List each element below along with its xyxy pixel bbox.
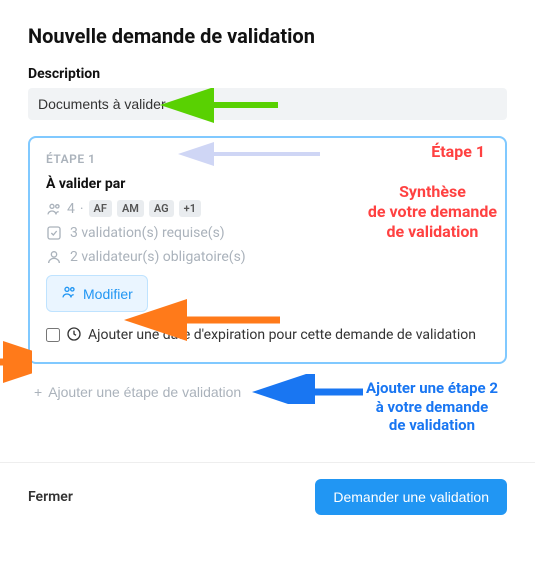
page-title: Nouvelle demande de validation <box>28 24 507 48</box>
step-1-box: ÉTAPE 1 À valider par 4 · AF AM AG +1 3 … <box>28 136 507 364</box>
description-label: Description <box>28 66 507 82</box>
annotation-add-step: Ajouter une étape 2 à votre demande de v… <box>366 379 498 435</box>
close-button[interactable]: Fermer <box>28 489 73 505</box>
annotation-synthese: Synthèse de votre demande de validation <box>368 182 497 242</box>
add-step-label: Ajouter une étape de validation <box>48 384 241 400</box>
expire-checkbox[interactable] <box>46 328 60 342</box>
validators-count: 4 <box>67 201 75 217</box>
mandatory-validators-row: 2 validateur(s) obligatoire(s) <box>46 249 489 265</box>
modify-button-label: Modifier <box>83 286 133 302</box>
separator-dot: · <box>80 201 84 217</box>
add-step-row-wrap: + Ajouter une étape de validation Ajoute… <box>28 374 507 410</box>
submit-button[interactable]: Demander une validation <box>315 479 507 515</box>
validator-badge-more: +1 <box>179 200 201 217</box>
modify-button[interactable]: Modifier <box>46 275 148 312</box>
validator-badge: AF <box>89 200 112 217</box>
required-validations-text: 3 validation(s) requise(s) <box>70 225 225 241</box>
user-icon <box>46 249 62 265</box>
validator-badge: AM <box>117 200 144 217</box>
plus-icon: + <box>34 384 42 400</box>
step-1-header: ÉTAPE 1 <box>46 152 489 166</box>
users-icon <box>46 201 62 217</box>
users-icon <box>61 284 77 303</box>
description-input[interactable] <box>28 88 507 120</box>
description-section: Description <box>28 66 507 136</box>
clock-icon <box>66 326 82 348</box>
expire-label: Ajouter une date d'expiration pour cette… <box>88 326 476 345</box>
mandatory-validators-text: 2 validateur(s) obligatoire(s) <box>70 249 246 265</box>
annotation-etape1: Étape 1 <box>431 142 485 162</box>
modal-footer: Fermer Demander une validation <box>0 462 535 535</box>
check-square-icon <box>46 225 62 241</box>
expire-row: Ajouter une date d'expiration pour cette… <box>46 326 489 348</box>
validator-badge: AG <box>149 200 174 217</box>
